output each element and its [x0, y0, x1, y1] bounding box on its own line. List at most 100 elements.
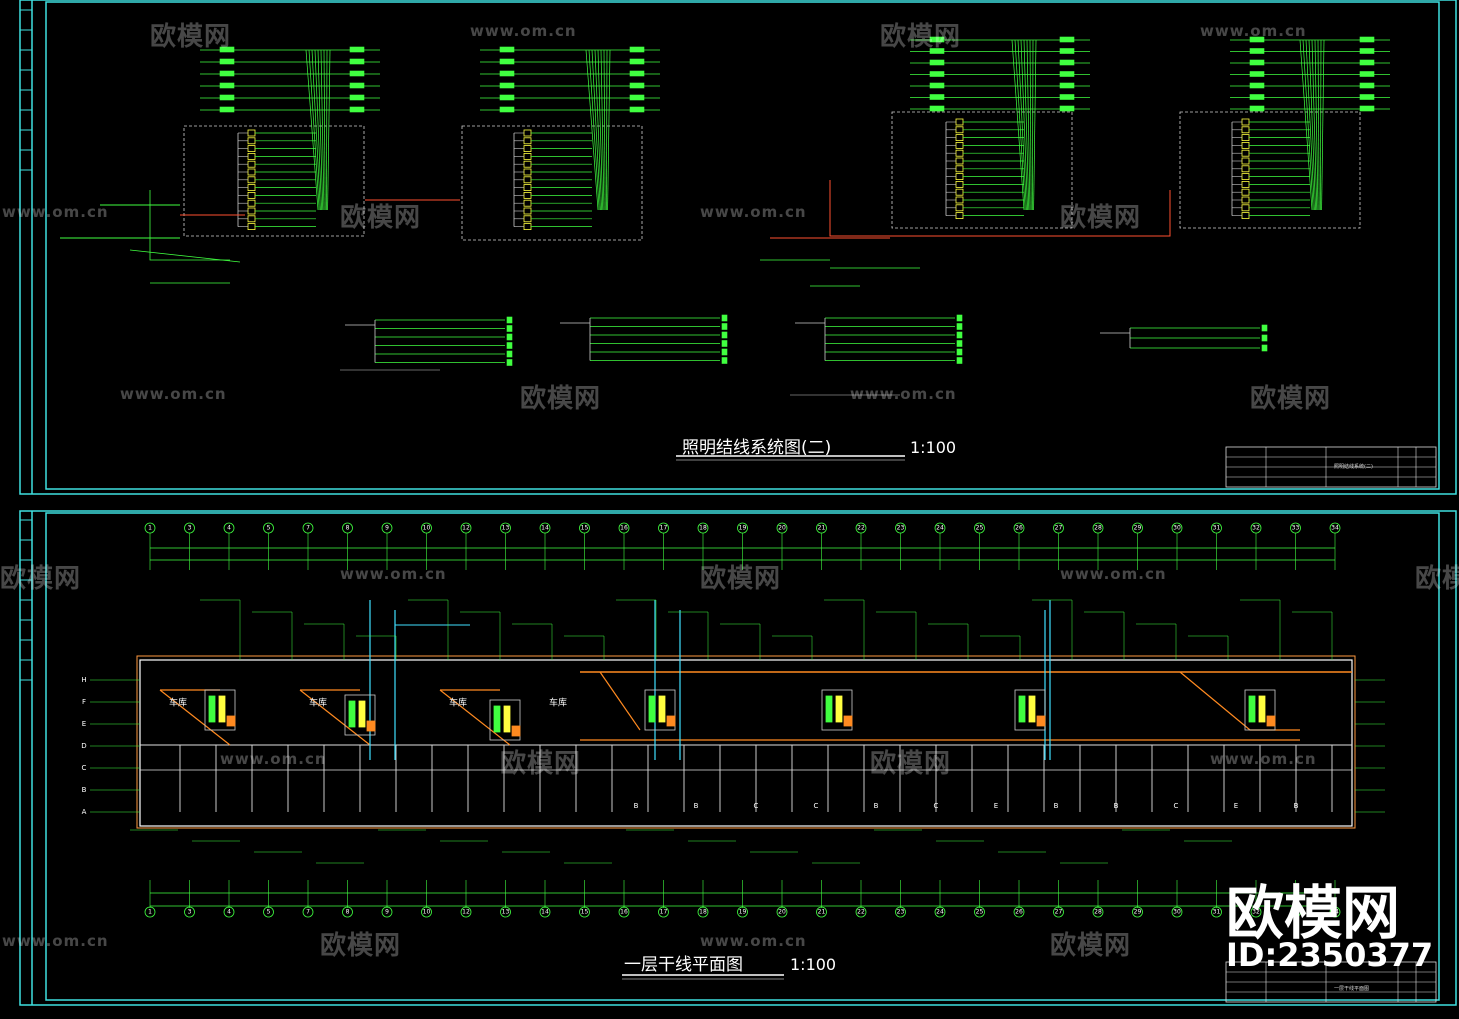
breaker-symbol — [1241, 157, 1250, 165]
equipment — [666, 715, 676, 727]
axis-bubble-label: 12 — [462, 524, 470, 532]
watermark-brand: 欧模网 — [1060, 203, 1142, 233]
watermark-brand: 欧模网 — [870, 749, 952, 779]
axis-bubble-label: 22 — [857, 524, 865, 532]
row-bubble-label: B — [81, 786, 87, 794]
axis-bubble-label: 26 — [1015, 908, 1023, 916]
breaker-symbol — [955, 212, 964, 220]
equipment — [358, 700, 366, 728]
breaker-symbol — [1241, 212, 1250, 220]
axis-bubble-label: 13 — [501, 524, 510, 532]
meter-symbol — [499, 94, 515, 101]
axis-bubble-label: 1 — [148, 524, 152, 532]
axis-bubble-label: 16 — [620, 908, 628, 916]
row-bubble-label: H — [81, 676, 87, 684]
breaker-symbol — [523, 184, 532, 192]
breaker-symbol — [955, 118, 964, 126]
breaker-symbol — [247, 129, 256, 137]
unit-label: B — [693, 802, 699, 810]
meter-symbol — [1059, 105, 1075, 112]
terminal-symbol — [956, 314, 963, 322]
top-drawing-title: 照明结线系统图(二) — [682, 438, 832, 458]
breaker-symbol — [523, 207, 532, 215]
breaker-symbol — [523, 176, 532, 184]
riser-wire — [1026, 39, 1031, 211]
terminal-symbol — [1261, 324, 1268, 332]
meter-symbol — [1059, 82, 1075, 89]
equipment — [1258, 695, 1266, 723]
breaker-symbol — [955, 126, 964, 134]
axis-bubble-label: 20 — [778, 908, 786, 916]
meter-symbol — [1059, 94, 1075, 100]
unit-label: C — [933, 802, 939, 810]
top-drawing-scale: 1:100 — [910, 438, 957, 457]
equipment — [348, 700, 356, 728]
axis-bubble-label: 23 — [896, 908, 905, 916]
axis-bubble-label: 32 — [1252, 524, 1260, 532]
terminal-symbol — [721, 323, 728, 330]
axis-bubble-label: 25 — [975, 524, 984, 532]
meter-symbol — [1359, 36, 1375, 43]
meter-symbol — [1359, 94, 1375, 100]
meter-symbol — [499, 70, 515, 77]
terminal-symbol — [721, 340, 728, 347]
watermark-brand: 欧模网 — [150, 22, 232, 52]
meter-symbol — [629, 46, 645, 53]
panel-box — [461, 125, 643, 241]
meter-symbol — [219, 82, 235, 89]
equipment — [1248, 695, 1256, 723]
breaker-symbol — [247, 176, 256, 184]
meter-symbol — [349, 94, 365, 101]
breaker-symbol — [1241, 141, 1250, 149]
terminal-symbol — [506, 316, 513, 324]
breaker-symbol — [247, 191, 256, 199]
unit-label: E — [1233, 802, 1239, 810]
watermark-url: www.om.cn — [1060, 565, 1167, 583]
meter-symbol — [1059, 71, 1075, 77]
room-label: 车库 — [448, 698, 468, 709]
panel-box — [1179, 111, 1361, 229]
room-label: 车库 — [308, 698, 328, 709]
breaker-symbol — [523, 215, 532, 223]
breaker-symbol — [955, 165, 964, 173]
meter-symbol — [629, 94, 645, 101]
axis-bubble-label: 27 — [1054, 908, 1063, 916]
equipment — [1018, 695, 1026, 723]
riser-wire — [1317, 39, 1320, 211]
bottom-drawing-title: 一层干线平面图 — [624, 955, 743, 975]
breaker-symbol — [1241, 204, 1250, 212]
watermark-brand: 欧模网 — [700, 564, 782, 594]
axis-bubble-label: 17 — [659, 908, 668, 916]
meter-symbol — [929, 94, 945, 100]
riser-wire — [1033, 39, 1037, 211]
meter-symbol — [349, 46, 365, 53]
watermark-url: www.om.cn — [120, 385, 227, 403]
unit-label: B — [1053, 802, 1059, 810]
axis-bubble-label: 30 — [1173, 524, 1181, 532]
brand-id-text: ID:2350377 — [1226, 936, 1434, 974]
equipment — [835, 695, 843, 723]
breaker-symbol — [955, 157, 964, 165]
unit-label: E — [993, 802, 999, 810]
equipment — [825, 695, 833, 723]
breaker-symbol — [1241, 126, 1250, 134]
unit-label: C — [753, 802, 759, 810]
meter-symbol — [629, 106, 645, 113]
axis-bubble-label: 33 — [1291, 524, 1300, 532]
watermark-url: www.om.cn — [2, 203, 109, 221]
breaker-symbol — [1241, 196, 1250, 204]
axis-bubble-label: 29 — [1133, 524, 1142, 532]
meter-symbol — [1249, 82, 1265, 89]
meter-symbol — [349, 82, 365, 89]
axis-bubble-label: 5 — [266, 908, 271, 916]
breaker-symbol — [523, 160, 532, 168]
top-sheet-inner — [45, 1, 1440, 490]
axis-bubble-label: 28 — [1094, 524, 1102, 532]
row-bubble-label: C — [81, 764, 87, 772]
meter-symbol — [1059, 59, 1075, 66]
meter-symbol — [929, 59, 945, 66]
meter-symbol — [929, 105, 945, 112]
axis-bubble-label: 21 — [817, 908, 826, 916]
meter-symbol — [1249, 48, 1265, 54]
unit-label: C — [1173, 802, 1179, 810]
